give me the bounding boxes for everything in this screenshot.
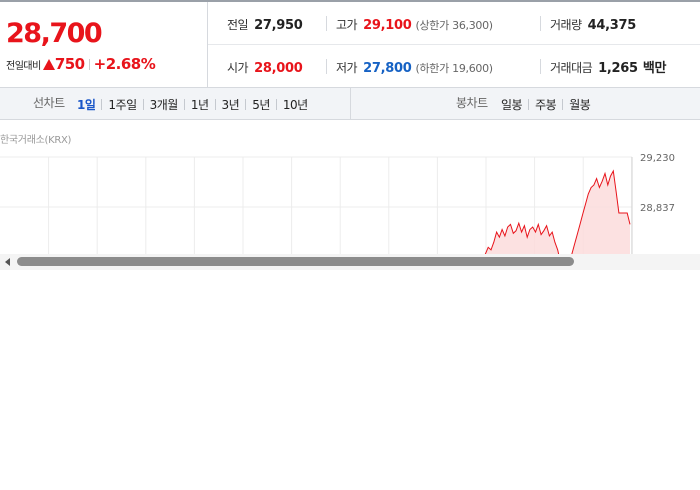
stat-open: 시가 28,000 [227, 45, 303, 88]
change-divider [88, 59, 90, 70]
y-axis: 29,23028,83728,444 [640, 153, 675, 254]
candle-chart-label: 봉차트 [456, 96, 488, 110]
scroll-thumb[interactable] [17, 257, 574, 266]
stat-volume: 거래량 44,375 [550, 2, 636, 45]
period-option-1d[interactable]: 1일 [77, 90, 96, 121]
period-option-1y[interactable]: 1년 [191, 90, 209, 121]
option-divider [562, 99, 564, 110]
stat-value: 27,800 [363, 61, 412, 76]
option-divider [101, 99, 103, 110]
period-option-5y[interactable]: 5년 [252, 90, 270, 121]
scroll-left-arrow-icon[interactable] [5, 258, 10, 266]
upper-limit-price: (상한가 36,300) [415, 19, 493, 32]
chart-area-layer [466, 169, 631, 254]
line-chart-periods: 선차트 1일 1주일 3개월 1년 3년 5년 10년 [0, 88, 351, 119]
y-tick-label: 28,837 [640, 203, 675, 214]
candle-option-weekly[interactable]: 주봉 [535, 90, 557, 121]
column-divider [326, 59, 327, 74]
current-price: 28,700 [6, 18, 103, 49]
stat-label: 고가 [336, 18, 358, 32]
column-divider [540, 16, 541, 31]
change-percent: +2.68% [93, 55, 156, 73]
stat-label: 전일 [227, 18, 249, 32]
stats-row-1: 전일 27,950 고가 29,100 (상한가 36,300) 거래량 44,375 [208, 2, 700, 45]
option-divider [214, 99, 216, 110]
stat-value: 29,100 [363, 18, 412, 33]
candle-option-monthly[interactable]: 월봉 [569, 90, 591, 121]
stat-label: 저가 [336, 61, 358, 75]
change-value: 750 [54, 55, 85, 73]
stat-value: 28,000 [254, 61, 303, 76]
line-chart-label: 선차트 [33, 96, 65, 110]
quote-panel: 28,700 전일대비 750 +2.68% 전일 27,950 고가 29,100 (상… [0, 0, 700, 88]
stat-trade-amount: 거래대금 1,265 백만 [550, 45, 667, 88]
option-divider [528, 99, 530, 110]
stat-high: 고가 29,100 (상한가 36,300) [336, 2, 493, 45]
change-label: 전일대비 [6, 61, 41, 72]
period-option-1w[interactable]: 1주일 [108, 90, 137, 121]
chart-period-bar: 선차트 1일 1주일 3개월 1년 3년 5년 10년 봉차트 일봉 주봉 월봉 [0, 88, 700, 120]
option-divider [245, 99, 247, 110]
stats-table: 전일 27,950 고가 29,100 (상한가 36,300) 거래량 44,375 … [208, 2, 700, 88]
stat-label: 거래량 [550, 18, 582, 32]
option-divider [142, 99, 144, 110]
line-period-options: 1일 1주일 3개월 1년 3년 5년 10년 [77, 88, 308, 119]
price-area-fill [466, 171, 630, 254]
stat-unit: 백만 [642, 61, 667, 76]
column-divider [540, 59, 541, 74]
stat-prev-close: 전일 27,950 [227, 2, 303, 45]
current-price-box: 28,700 전일대비 750 +2.68% [0, 2, 208, 88]
period-option-10y[interactable]: 10년 [283, 90, 308, 121]
stat-label: 거래대금 [550, 61, 593, 75]
stat-label: 시가 [227, 61, 249, 75]
y-tick-label: 29,230 [640, 153, 675, 164]
period-option-3m[interactable]: 3개월 [150, 90, 179, 121]
stats-row-2: 시가 28,000 저가 27,800 (하한가 19,600) 거래대금 1,265 … [208, 45, 700, 88]
price-chart: 한국거래소(KRX) 29,23028,83728,444 [0, 120, 700, 270]
candle-period-options: 일봉 주봉 월봉 [501, 88, 591, 121]
stat-value: 44,375 [587, 18, 637, 33]
option-divider [275, 99, 277, 110]
option-divider [183, 99, 185, 110]
stat-value: 27,950 [254, 18, 303, 33]
intraday-line-chart: 29,23028,83728,444 [0, 153, 675, 254]
candle-option-daily[interactable]: 일봉 [501, 90, 523, 121]
chart-horizontal-scrollbar[interactable] [0, 254, 700, 270]
change-row: 전일대비 750 +2.68% [6, 54, 156, 73]
period-option-3y[interactable]: 3년 [222, 90, 240, 121]
stat-low: 저가 27,800 (하한가 19,600) [336, 45, 493, 88]
column-divider [326, 16, 327, 31]
lower-limit-price: (하한가 19,600) [415, 62, 493, 75]
stat-value: 1,265 [598, 61, 638, 76]
up-triangle-icon [42, 59, 55, 70]
